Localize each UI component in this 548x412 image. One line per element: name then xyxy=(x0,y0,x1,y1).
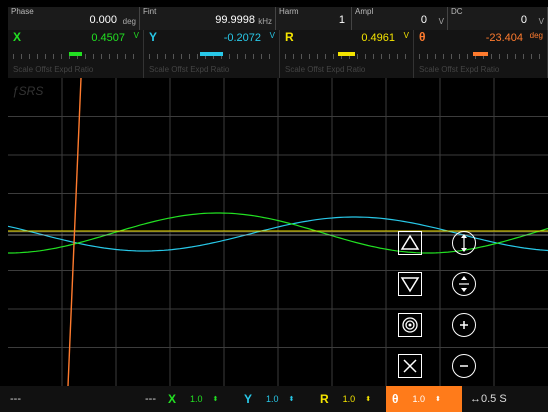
param-unit: V xyxy=(438,17,444,26)
bottom-channel-value: 1.0 xyxy=(190,394,203,404)
channel-bar: X 0.4507 V Scale Offst Expd Ratio Y -0.2… xyxy=(8,30,548,78)
channel-unit: deg xyxy=(529,31,543,40)
bottom-channel-value: 1.0 xyxy=(342,394,356,404)
channel-name: θ xyxy=(419,30,426,44)
up-down-arrow-icon: ⬍ xyxy=(212,396,219,403)
status-mid-text: --- xyxy=(145,393,156,405)
zoom-vertical-icon xyxy=(461,234,467,252)
bottom-channel-theta[interactable]: θ 1.0 ⬍ xyxy=(386,386,462,412)
time-scale-value: ↔0.5 S xyxy=(470,393,507,405)
channel-theta[interactable]: θ -23.404 deg Scale Offst Expd Ratio xyxy=(414,30,548,78)
param-unit: kHz xyxy=(258,17,272,26)
param-harmonic[interactable]: Harm 1 xyxy=(276,7,352,30)
param-label: Fint xyxy=(143,7,157,16)
scale-down-button[interactable] xyxy=(398,272,422,296)
param-amplitude[interactable]: Ampl 0 V xyxy=(352,7,448,30)
zoom-in-button[interactable] xyxy=(452,313,476,337)
status-left-text: --- xyxy=(10,393,21,405)
channel-scale xyxy=(419,48,542,60)
param-label: Phase xyxy=(11,7,34,16)
bottom-channel-x[interactable]: X 1.0 ⬍ xyxy=(162,386,238,412)
scale-down-icon xyxy=(400,277,420,293)
channel-value: -0.2072 xyxy=(223,32,261,44)
bottom-channel-value: 1.0 xyxy=(412,394,426,404)
channel-y[interactable]: Y -0.2072 V Scale Offst Expd Ratio xyxy=(144,30,280,78)
channel-name: X xyxy=(13,30,22,44)
zoom-vertical-expand-button[interactable] xyxy=(452,272,476,296)
up-down-arrow-icon: ⬍ xyxy=(288,396,295,403)
autoscale-button[interactable] xyxy=(398,313,422,337)
channel-footer: Scale Offst Expd Ratio xyxy=(419,65,500,74)
channel-unit: V xyxy=(133,31,139,40)
channel-name: Y xyxy=(149,30,158,44)
channel-value: 0.4961 xyxy=(361,32,395,44)
param-value: 1 xyxy=(338,14,345,26)
param-dc[interactable]: DC 0 V xyxy=(448,7,548,30)
target-icon xyxy=(402,317,418,333)
level-bar xyxy=(473,52,488,56)
zoom-in-icon xyxy=(460,321,468,329)
param-unit: V xyxy=(538,17,544,26)
param-label: DC xyxy=(451,7,463,16)
param-value: 0 xyxy=(520,14,527,26)
bottom-channel-name: Y xyxy=(244,392,253,406)
up-down-arrow-icon: ⬍ xyxy=(365,396,372,403)
channel-x[interactable]: X 0.4507 V Scale Offst Expd Ratio xyxy=(8,30,144,78)
channel-scale xyxy=(13,48,138,60)
level-bar xyxy=(69,52,82,56)
param-value: 0.000 xyxy=(89,14,117,26)
status-left: --- xyxy=(0,386,124,412)
param-unit: deg xyxy=(122,17,136,26)
bottom-channel-name: R xyxy=(320,392,329,406)
channel-value: 0.4507 xyxy=(91,32,125,44)
zoom-out-icon xyxy=(460,365,468,367)
zoom-vertical-expand-icon xyxy=(459,276,469,292)
channel-r[interactable]: R 0.4961 V Scale Offst Expd Ratio xyxy=(280,30,414,78)
close-icon xyxy=(403,359,417,373)
status-mid: --- xyxy=(124,386,162,412)
bottom-channel-y[interactable]: Y 1.0 ⬍ xyxy=(238,386,314,412)
channel-footer: Scale Offst Expd Ratio xyxy=(13,65,94,74)
channel-unit: V xyxy=(403,31,409,40)
param-frequency[interactable]: Fint 99.9998 kHz xyxy=(140,7,276,30)
param-label: Ampl xyxy=(355,7,374,16)
trace-display[interactable]: ƒSRS xyxy=(8,78,548,386)
scale-up-button[interactable] xyxy=(398,231,422,255)
zoom-out-button[interactable] xyxy=(452,354,476,378)
bottom-channel-name: X xyxy=(168,392,177,406)
param-label: Harm xyxy=(279,7,299,16)
channel-footer: Scale Offst Expd Ratio xyxy=(285,65,366,74)
channel-scale xyxy=(285,48,408,60)
up-down-arrow-icon: ⬍ xyxy=(435,396,441,403)
channel-value: -23.404 xyxy=(485,32,523,44)
param-phase[interactable]: Phase 0.000 deg xyxy=(8,7,140,30)
channel-name: R xyxy=(285,30,294,44)
bottom-channel-r[interactable]: R 1.0 ⬍ xyxy=(314,386,386,412)
bottom-channel-name: θ xyxy=(392,392,399,406)
bottom-channel-value: 1.0 xyxy=(266,394,279,404)
close-button[interactable] xyxy=(398,354,422,378)
channel-scale xyxy=(149,48,274,60)
level-bar xyxy=(338,52,355,56)
bottom-bar: --- --- X 1.0 ⬍ Y 1.0 ⬍ R 1.0 ⬍ θ 1.0 ⬍ … xyxy=(0,386,548,412)
param-value: 0 xyxy=(420,14,427,26)
time-scale[interactable]: ↔0.5 S xyxy=(462,386,548,412)
scale-up-icon xyxy=(400,234,420,250)
channel-unit: V xyxy=(269,31,275,40)
parameter-bar: Phase 0.000 deg Fint 99.9998 kHz Harm 1 … xyxy=(8,7,548,30)
level-bar xyxy=(200,52,223,56)
zoom-vertical-button[interactable] xyxy=(452,231,476,255)
param-value: 99.9998 xyxy=(215,14,255,26)
srs-logo: ƒSRS xyxy=(12,84,44,98)
channel-footer: Scale Offst Expd Ratio xyxy=(149,65,230,74)
